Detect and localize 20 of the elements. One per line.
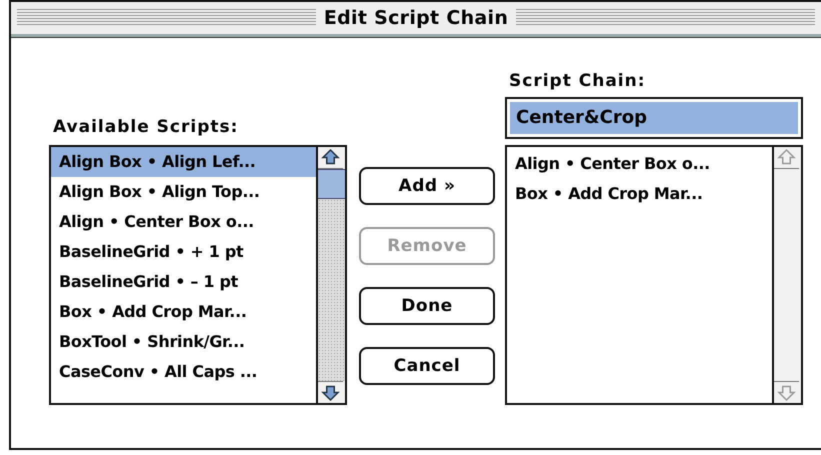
dialog-button[interactable]: Add » <box>359 167 495 205</box>
list-item[interactable]: Align • Center Box o... <box>51 207 316 237</box>
list-item[interactable]: Box • Add Crop Mar... <box>51 297 316 327</box>
list-label: Available Scripts: <box>52 117 240 137</box>
window-title: Edit Script Chain <box>324 7 508 29</box>
dialog-button[interactable]: Done <box>359 287 495 325</box>
list-item[interactable]: Box • Add Crop Mar... <box>507 179 772 209</box>
list-item[interactable]: BaselineGrid • – 1 pt <box>51 267 316 297</box>
name-field[interactable]: Center&Crop <box>505 97 803 139</box>
list-item[interactable]: BoxTool • Shrink/Gr... <box>51 327 316 357</box>
scroll-bar[interactable] <box>316 147 345 403</box>
list-item[interactable]: CaseConv • All Caps ... <box>51 357 316 387</box>
list-item[interactable]: Align Box • Align Lef... <box>51 147 316 177</box>
chain-label: Script Chain: <box>508 71 647 91</box>
scroll-thumb[interactable] <box>318 169 345 199</box>
dialog-button[interactable]: Cancel <box>359 347 495 385</box>
down-arrow-icon[interactable] <box>318 381 343 403</box>
list-item[interactable]: Align • Center Box o... <box>507 149 772 179</box>
list-item[interactable]: BaselineGrid • + 1 pt <box>51 237 316 267</box>
list-item[interactable]: Align Box • Align Top... <box>51 177 316 207</box>
